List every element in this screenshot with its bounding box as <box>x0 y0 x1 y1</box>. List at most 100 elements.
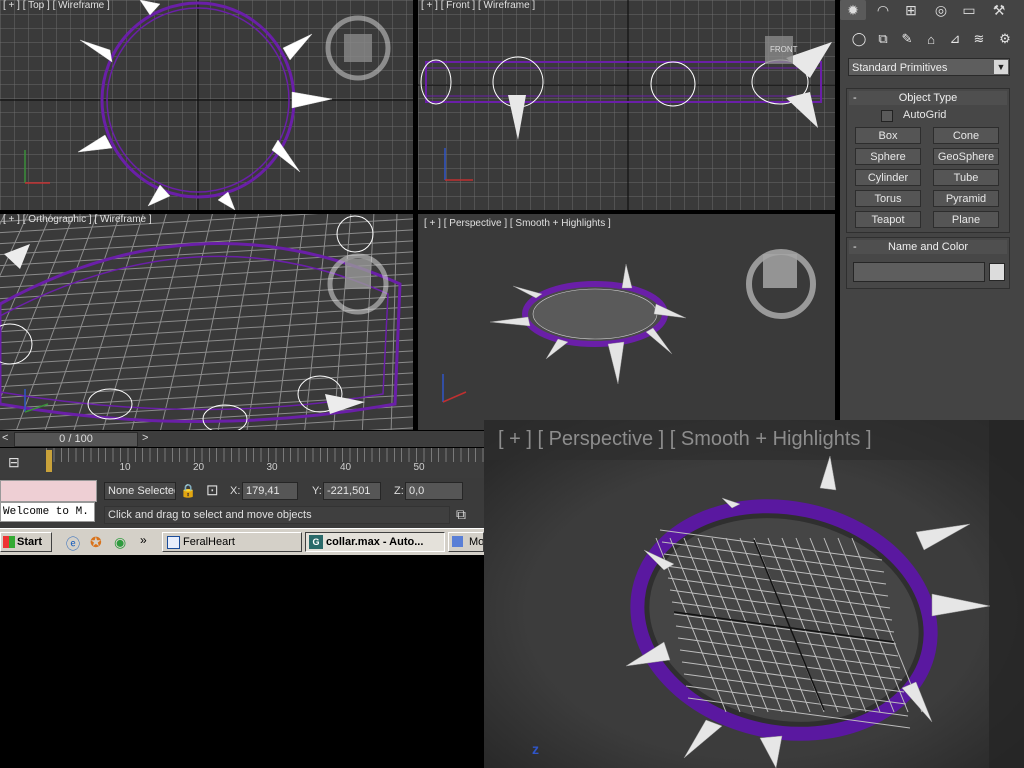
create-cone-button[interactable]: Cone <box>933 127 999 144</box>
create-geosphere-button[interactable]: GeoSphere <box>933 148 999 165</box>
name-and-color-rollout: - Name and Color <box>846 237 1010 289</box>
timeline-tick-label: 30 <box>266 462 278 473</box>
geometry-icon[interactable]: ◯ <box>848 28 870 50</box>
zoomed-perspective-inset: z [ + ] [ Perspective ] [ Smooth + Highl… <box>484 420 1024 768</box>
z-coordinate-field[interactable]: 0,0 <box>405 482 463 500</box>
utilities-tab-icon[interactable]: ⚒ <box>986 0 1012 20</box>
create-tab-icon[interactable]: ✹ <box>840 0 866 20</box>
create-pyramid-button[interactable]: Pyramid <box>933 190 999 207</box>
systems-icon[interactable]: ⚙ <box>994 28 1016 50</box>
task-feralheart[interactable]: FeralHeart <box>162 532 302 552</box>
trackbar-icon[interactable]: ⊟ <box>8 454 26 470</box>
task-collar-max[interactable]: G collar.max - Auto... <box>305 532 445 552</box>
lights-icon[interactable]: ✎ <box>896 28 918 50</box>
timeline-tick-label: 20 <box>193 462 205 473</box>
create-categories: ◯ ⧉ ✎ ⌂ ⊿ ≋ ⚙ <box>848 28 1018 52</box>
window-icon <box>167 536 180 549</box>
frame-display: 0 / 100 <box>59 433 93 445</box>
viewport-perspective-label[interactable]: [ + ] [ Perspective ] [ Smooth + Highlig… <box>424 218 611 229</box>
object-name-field[interactable] <box>853 262 985 282</box>
viewport-ortho-label[interactable]: [ + ] [ Orthographic ] [ Wireframe ] <box>3 214 152 225</box>
create-cylinder-button[interactable]: Cylinder <box>855 169 921 186</box>
task-label: collar.max - Auto... <box>326 536 424 548</box>
timeline-tick-label: 0 <box>46 462 52 473</box>
viewport-front[interactable]: FRONT [ + ] [ Front ] [ Wireframe ] <box>418 0 835 210</box>
x-coordinate-field[interactable]: 179,41 <box>242 482 298 500</box>
object-type-title: Object Type <box>898 92 958 104</box>
maxscript-listener-top[interactable] <box>0 480 97 502</box>
y-value: -221,501 <box>327 485 371 497</box>
start-button[interactable]: Start <box>0 532 52 552</box>
create-plane-button[interactable]: Plane <box>933 211 999 228</box>
selection-lock-icon[interactable]: 🔒 <box>180 483 196 499</box>
viewport-top-label[interactable]: [ + ] [ Top ] [ Wireframe ] <box>3 0 110 11</box>
autogrid-checkbox[interactable] <box>881 110 893 122</box>
front-view-canvas: FRONT <box>418 0 835 210</box>
create-teapot-button[interactable]: Teapot <box>855 211 921 228</box>
windows-taskbar: Start ⓔ ✪ ◉ » FeralHeart G collar.max - … <box>0 528 484 555</box>
y-label: Y: <box>312 485 322 497</box>
isolate-icon[interactable]: ⧉ <box>456 506 466 523</box>
trackbar[interactable]: ⊟ <box>0 448 484 478</box>
top-view-canvas <box>0 0 413 210</box>
windows-logo-icon <box>3 536 15 548</box>
3dsmax-icon: G <box>309 535 323 549</box>
z-label: Z: <box>394 485 404 497</box>
viewport-top[interactable]: [ + ] [ Top ] [ Wireframe ] <box>0 0 413 210</box>
object-type-header[interactable]: - Object Type <box>849 91 1007 105</box>
zoom-canvas: z <box>484 420 1024 768</box>
create-sphere-button[interactable]: Sphere <box>855 148 921 165</box>
z-value: 0,0 <box>409 485 425 497</box>
create-torus-button[interactable]: Torus <box>855 190 921 207</box>
create-tube-button[interactable]: Tube <box>933 169 999 186</box>
trackbar-ruler <box>46 448 484 462</box>
task-label: Mo <box>469 536 484 548</box>
hierarchy-tab-icon[interactable]: ⊞ <box>898 0 924 20</box>
modify-tab-icon[interactable]: ◠ <box>870 0 896 20</box>
command-panel-tabs: ✹ ◠ ⊞ ◎ ▭ ⚒ <box>840 0 1024 22</box>
y-coordinate-field[interactable]: -221,501 <box>323 482 381 500</box>
viewcube-front-label: FRONT <box>770 45 798 54</box>
object-type-rollout: - Object Type AutoGrid Box Cone Sphere GeoS… <box>846 88 1010 233</box>
space-warps-icon[interactable]: ≋ <box>968 28 990 50</box>
svg-text:z: z <box>532 741 539 757</box>
task-third-window[interactable]: Mo <box>448 532 484 552</box>
x-label: X: <box>230 485 241 497</box>
ortho-view-canvas <box>0 214 413 430</box>
transform-mode-icon[interactable]: ⊡ <box>206 481 219 499</box>
primitive-type-dropdown[interactable]: Standard Primitives ▼ <box>848 58 1010 76</box>
collapse-icon[interactable]: - <box>853 240 857 254</box>
time-next-button[interactable]: > <box>142 432 148 444</box>
timeline-tick-label: 40 <box>340 462 352 473</box>
object-color-swatch[interactable] <box>989 263 1005 281</box>
autogrid-label: AutoGrid <box>903 109 947 121</box>
quick-launch-overflow[interactable]: » <box>140 533 147 547</box>
viewport-perspective[interactable]: [ + ] [ Perspective ] [ Smooth + Highlig… <box>418 214 835 430</box>
helpers-icon[interactable]: ⊿ <box>944 28 966 50</box>
x-value: 179,41 <box>246 485 280 497</box>
name-and-color-header[interactable]: - Name and Color <box>849 240 1007 254</box>
chrome-icon[interactable]: ◉ <box>114 534 126 551</box>
time-slider-thumb[interactable]: 0 / 100 <box>14 432 138 447</box>
time-prev-button[interactable]: < <box>2 432 8 444</box>
primitive-type-value: Standard Primitives <box>852 62 948 74</box>
listener-text: Welcome to M. <box>3 506 89 518</box>
time-slider[interactable]: < 0 / 100 > <box>0 431 484 447</box>
viewport-orthographic[interactable]: [ + ] [ Orthographic ] [ Wireframe ] <box>0 214 413 430</box>
prompt-text: Click and drag to select and move object… <box>108 509 312 521</box>
ie-icon[interactable]: ⓔ <box>66 534 80 554</box>
chevron-down-icon[interactable]: ▼ <box>994 60 1008 74</box>
collapse-icon[interactable]: - <box>853 91 857 105</box>
perspective-view-canvas <box>418 214 835 430</box>
shapes-icon[interactable]: ⧉ <box>872 28 894 50</box>
motion-tab-icon[interactable]: ◎ <box>928 0 954 20</box>
window-icon <box>452 536 463 547</box>
create-box-button[interactable]: Box <box>855 127 921 144</box>
viewport-front-label[interactable]: [ + ] [ Front ] [ Wireframe ] <box>421 0 535 11</box>
display-tab-icon[interactable]: ▭ <box>956 0 982 20</box>
maxscript-listener-bottom[interactable]: Welcome to M. <box>0 502 95 522</box>
selection-text: None Selected <box>108 485 176 497</box>
selection-info: None Selected <box>104 482 176 500</box>
firefox-icon[interactable]: ✪ <box>90 534 102 551</box>
cameras-icon[interactable]: ⌂ <box>920 28 942 50</box>
